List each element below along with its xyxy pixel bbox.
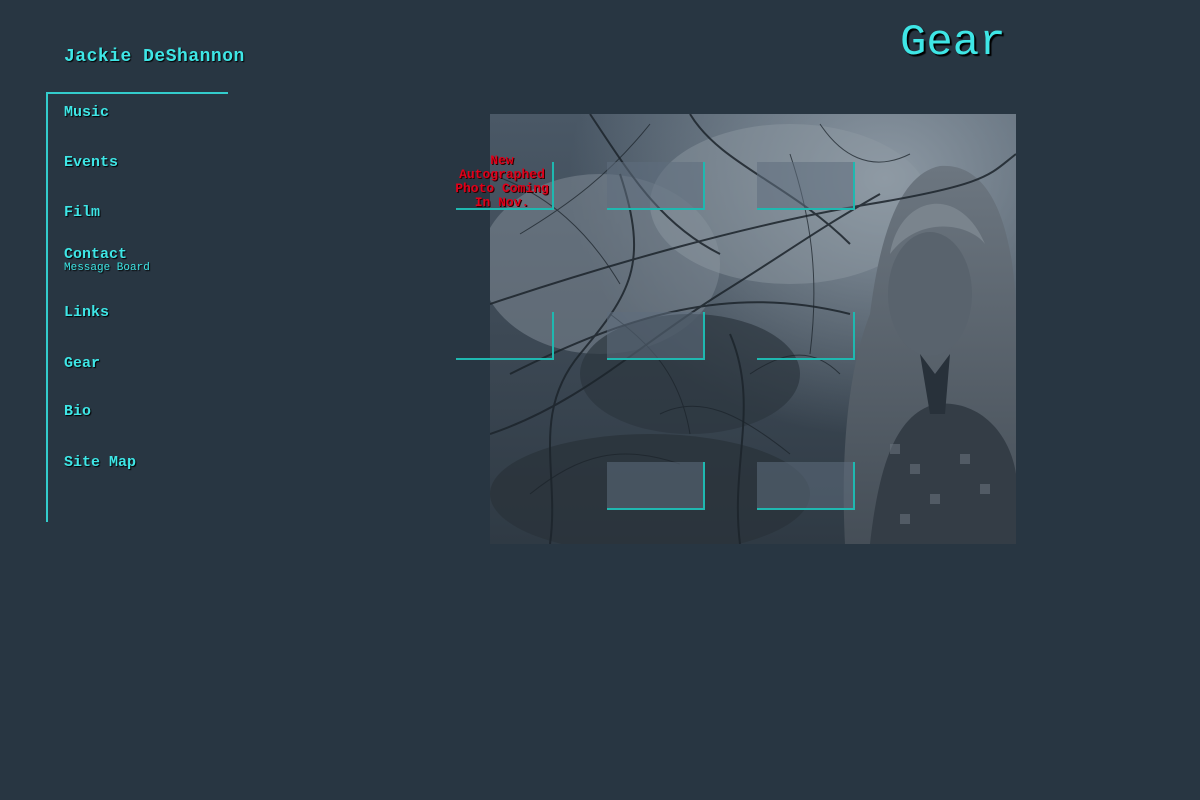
nav-link-contact[interactable]: Contact bbox=[64, 246, 127, 263]
notice-line: Photo Coming bbox=[455, 181, 549, 196]
nav-link-events[interactable]: Events bbox=[64, 154, 118, 171]
portrait-photo bbox=[490, 114, 1016, 544]
site-title[interactable]: Jackie DeShannon bbox=[64, 47, 245, 67]
nav-link-links[interactable]: Links bbox=[64, 304, 109, 321]
autographed-photo-notice: New Autographed Photo Coming In Nov. bbox=[450, 154, 554, 210]
page-title: Gear bbox=[900, 18, 1006, 68]
nav-link-message-board[interactable]: Message Board bbox=[64, 262, 150, 274]
gear-tile-2[interactable] bbox=[607, 162, 705, 210]
nav-link-bio[interactable]: Bio bbox=[64, 403, 91, 420]
gear-tile-5[interactable] bbox=[607, 312, 705, 360]
nav-link-gear[interactable]: Gear bbox=[64, 355, 100, 372]
notice-line: New bbox=[490, 153, 514, 168]
nav-link-site-map[interactable]: Site Map bbox=[64, 454, 136, 471]
notice-line: Autographed bbox=[459, 167, 545, 182]
nav-link-music[interactable]: Music bbox=[64, 104, 109, 121]
gear-tile-8[interactable] bbox=[757, 462, 855, 510]
gear-tile-3[interactable] bbox=[757, 162, 855, 210]
gear-tile-6[interactable] bbox=[757, 312, 855, 360]
nav-link-film[interactable]: Film bbox=[64, 204, 100, 221]
gear-tile-4[interactable] bbox=[456, 312, 554, 360]
notice-line: In Nov. bbox=[474, 195, 530, 210]
gear-tile-7[interactable] bbox=[607, 462, 705, 510]
